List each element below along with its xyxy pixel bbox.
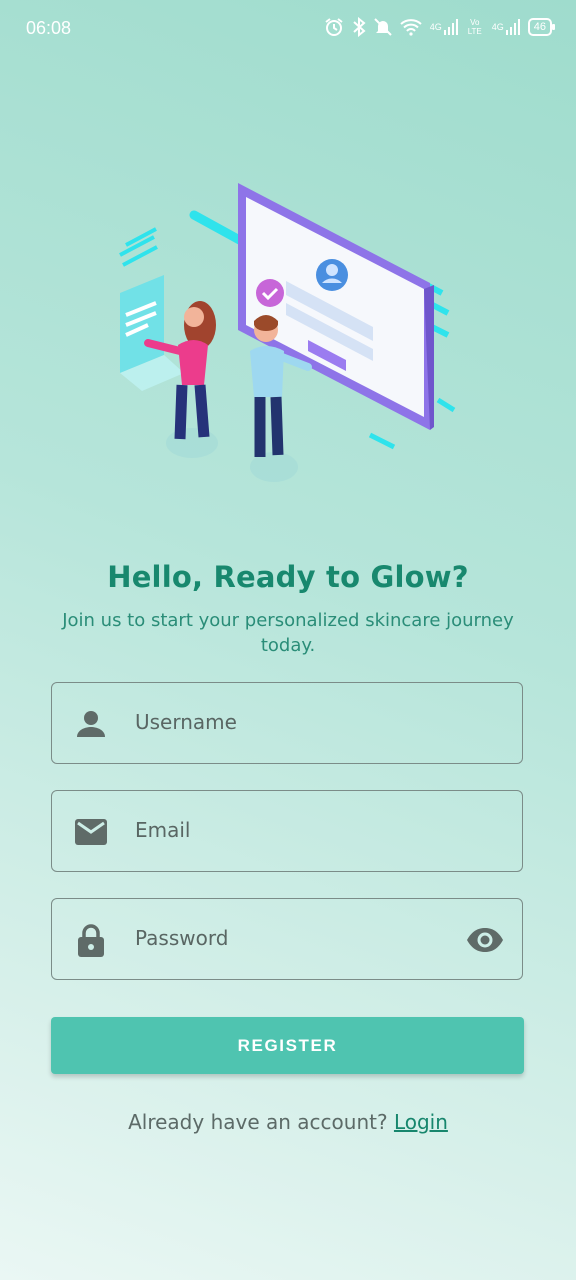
login-prompt-text: Already have an account?	[128, 1110, 388, 1134]
status-time: 06:08	[26, 18, 72, 38]
page-subtitle: Join us to start your personalized skinc…	[62, 610, 514, 656]
mail-icon	[75, 819, 107, 845]
bluetooth-icon	[352, 16, 366, 38]
password-field[interactable]: Password	[51, 898, 523, 980]
status-bar: 06:08 4G Vo LTE 4G 46	[0, 0, 576, 58]
volte-icon: Vo LTE	[467, 18, 482, 36]
eye-icon[interactable]	[466, 925, 504, 955]
password-input[interactable]: Password	[135, 926, 228, 950]
battery-icon: 46	[527, 18, 556, 36]
page-title: Hello, Ready to Glow?	[107, 560, 469, 594]
signal-icon-2: 4G	[492, 16, 520, 38]
registration-illustration	[119, 183, 456, 482]
register-button[interactable]: REGISTER	[51, 1017, 524, 1074]
username-field[interactable]: Username	[51, 682, 523, 764]
person-icon	[77, 711, 105, 737]
login-link[interactable]: Login	[394, 1110, 448, 1134]
login-prompt: Already have an account? Login	[0, 1110, 576, 1134]
lock-icon	[78, 924, 104, 957]
mute-icon	[374, 16, 392, 38]
email-input[interactable]: Email	[135, 818, 191, 842]
status-icons: 4G Vo LTE 4G 46	[324, 16, 556, 38]
username-input[interactable]: Username	[135, 710, 237, 734]
email-field[interactable]: Email	[51, 790, 523, 872]
signal-icon-1: 4G	[430, 16, 458, 38]
wifi-icon	[400, 16, 422, 38]
alarm-icon	[324, 16, 344, 38]
